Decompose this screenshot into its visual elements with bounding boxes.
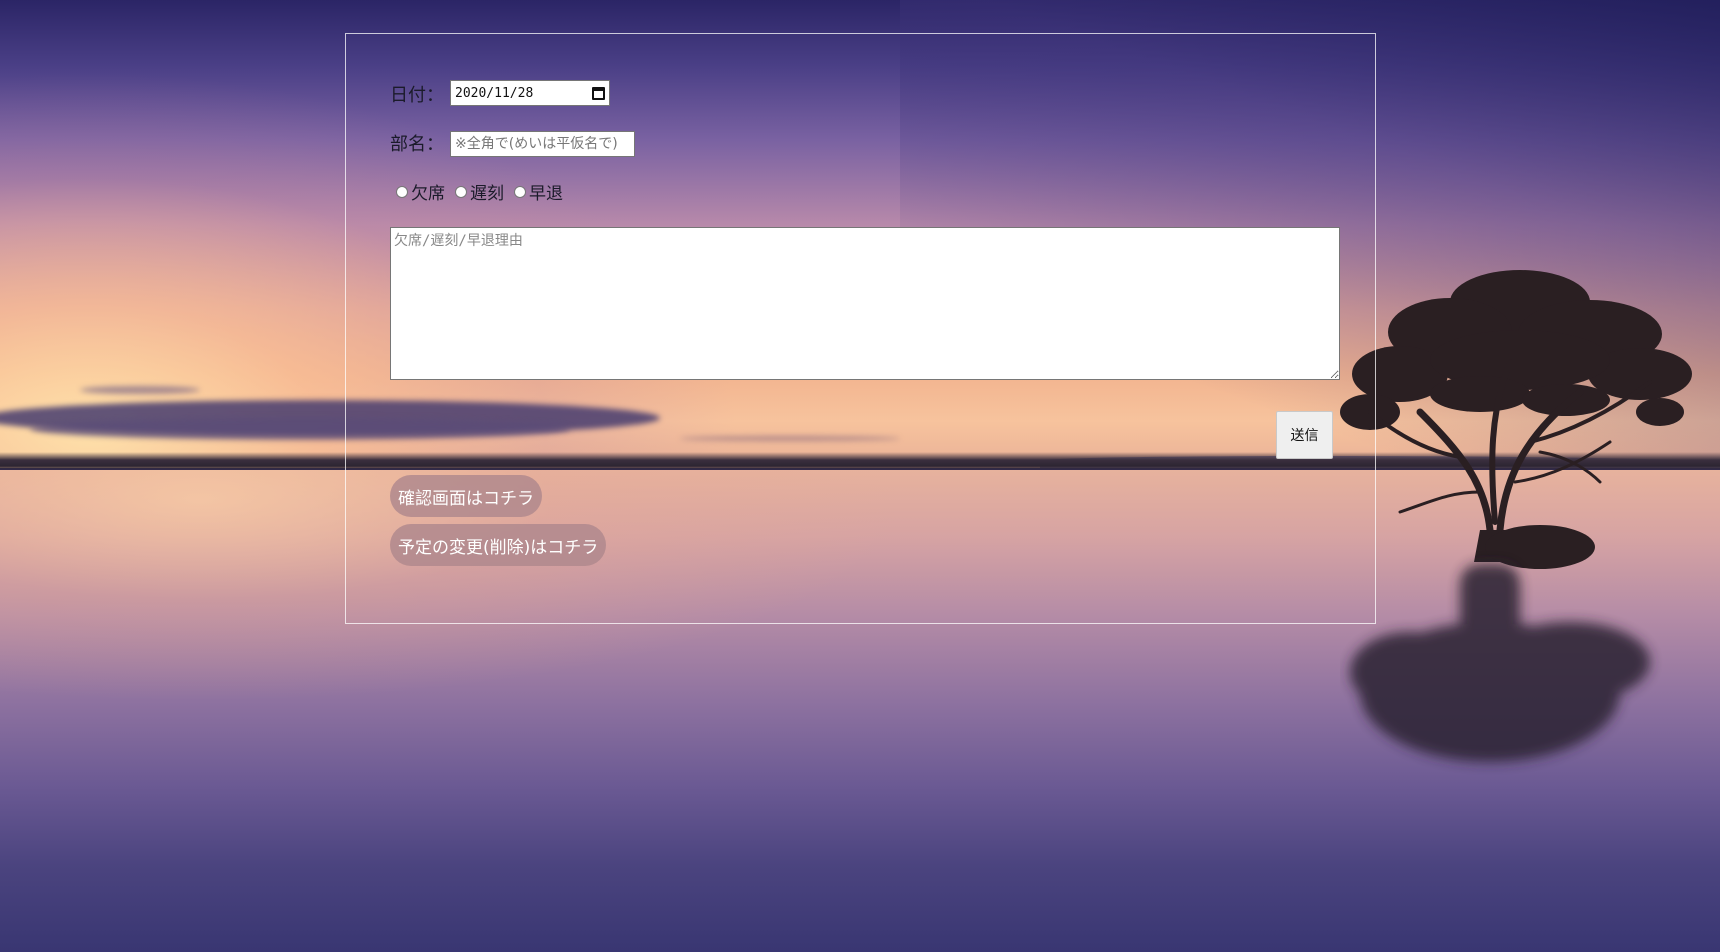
date-input[interactable]: 2020/11/28 <box>450 80 610 106</box>
radio-button-icon[interactable] <box>514 185 526 198</box>
dept-name-input[interactable] <box>450 131 635 157</box>
date-value: 2020/11/28 <box>455 85 534 101</box>
radio-button-icon[interactable] <box>455 185 467 198</box>
radio-label-late: 遅刻 <box>470 184 504 204</box>
radio-late[interactable]: 遅刻 <box>455 179 504 204</box>
cloud <box>80 386 200 394</box>
submit-button[interactable]: 送信 <box>1276 411 1333 459</box>
attendance-form-panel: 日付： 2020/11/28 部名： 欠席 遅刻 早退 送信 確認画面はコチラ … <box>345 33 1376 624</box>
dept-label: 部名： <box>390 134 444 155</box>
attendance-type-radio-group: 欠席 遅刻 早退 <box>396 179 563 204</box>
radio-label-absent: 欠席 <box>411 184 445 204</box>
date-label: 日付： <box>390 85 444 106</box>
reason-textarea[interactable] <box>390 227 1340 380</box>
calendar-icon[interactable] <box>592 86 605 100</box>
tree-silhouette <box>1340 270 1692 762</box>
radio-absent[interactable]: 欠席 <box>396 179 445 204</box>
change-schedule-link[interactable]: 予定の変更(削除)はコチラ <box>390 524 607 566</box>
radio-button-icon[interactable] <box>396 185 408 198</box>
confirm-page-link[interactable]: 確認画面はコチラ <box>390 475 542 517</box>
radio-label-early-leave: 早退 <box>529 184 563 204</box>
radio-early-leave[interactable]: 早退 <box>514 179 563 204</box>
